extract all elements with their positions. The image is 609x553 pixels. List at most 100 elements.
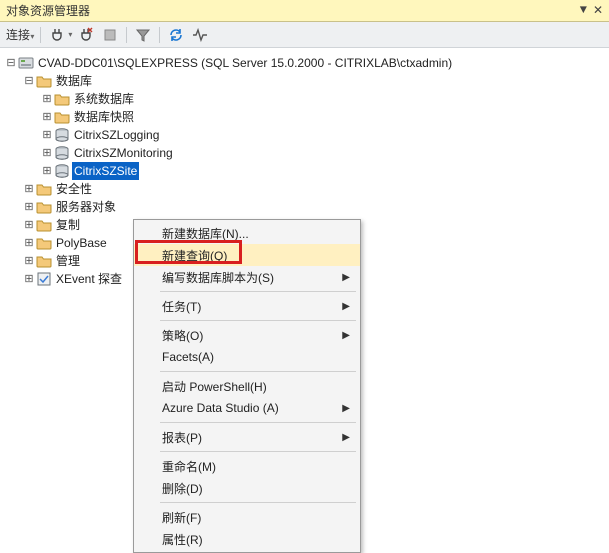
tree-label: 服务器对象 [54,198,118,216]
tree-label: 系统数据库 [72,90,136,108]
menu-item[interactable]: 编写数据库脚本为(S) ▶ [134,266,360,288]
tree-label: PolyBase [54,234,109,252]
tree-item[interactable]: ⊞ CitrixSZLogging [4,126,607,144]
expander-icon[interactable]: ⊞ [22,198,36,216]
folder-icon [36,199,52,215]
menu-item[interactable]: 刷新(F) [134,506,360,528]
filter-icon[interactable] [133,25,153,45]
chevron-down-icon: ▾ [30,32,34,41]
menu-item[interactable]: 任务(T) ▶ [134,295,360,317]
menu-item[interactable]: 新建数据库(N)... [134,222,360,244]
server-icon [18,55,34,71]
menu-item[interactable]: 属性(R) [134,528,360,550]
pin-icon[interactable]: ▼ [580,3,587,18]
menu-item[interactable]: 策略(O) ▶ [134,324,360,346]
menu-item-label: 新建数据库(N)... [162,225,249,242]
menu-separator [160,291,356,292]
tree-item[interactable]: ⊞ 安全性 [4,180,607,198]
folder-icon [36,181,52,197]
tree-item[interactable]: ⊞ 服务器对象 [4,198,607,216]
menu-item-label: 报表(P) [162,429,202,446]
menu-item-label: 任务(T) [162,298,201,315]
tree-label: 安全性 [54,180,94,198]
menu-item-label: 启动 PowerShell(H) [162,378,267,395]
chevron-down-icon: ▾ [68,30,72,39]
tree-item[interactable]: ⊞ CitrixSZMonitoring [4,144,607,162]
xevent-icon [36,271,52,287]
expander-icon[interactable]: ⊞ [40,126,54,144]
expander-icon[interactable]: ⊟ [22,72,36,90]
tree-item[interactable]: ⊞ CitrixSZSite [4,162,607,180]
stop-icon [100,25,120,45]
folder-icon [36,235,52,251]
chevron-right-icon: ▶ [342,432,350,443]
chevron-right-icon: ▶ [342,330,350,341]
expander-icon[interactable]: ⊞ [40,144,54,162]
menu-item-label: 刷新(F) [162,509,201,526]
expander-icon[interactable]: ⊟ [4,54,18,72]
menu-item[interactable]: Azure Data Studio (A) ▶ [134,397,360,419]
menu-separator [160,422,356,423]
menu-separator [160,371,356,372]
menu-separator [160,320,356,321]
connect-button[interactable]: 连接 ▾ [6,26,34,43]
connect-icon[interactable] [47,25,67,45]
database-icon [54,163,70,179]
expander-icon[interactable]: ⊞ [22,216,36,234]
menu-item-label: 删除(D) [162,480,203,497]
database-icon [54,145,70,161]
menu-separator [160,451,356,452]
menu-item[interactable]: 启动 PowerShell(H) [134,375,360,397]
tree-label: 数据库快照 [72,108,136,126]
activity-icon[interactable] [190,25,210,45]
tree-label: 管理 [54,252,82,270]
tree-item[interactable]: ⊞ 数据库快照 [4,108,607,126]
tree-label: CitrixSZSite [72,162,139,180]
chevron-right-icon: ▶ [342,272,350,283]
menu-item-label: 策略(O) [162,327,203,344]
toolbar: 连接 ▾ ▾ [0,22,609,48]
tree-label: CVAD-DDC01\SQLEXPRESS (SQL Server 15.0.2… [36,54,454,72]
expander-icon[interactable]: ⊞ [22,180,36,198]
tree-label: CitrixSZMonitoring [72,144,175,162]
disconnect-icon[interactable] [76,25,96,45]
expander-icon[interactable]: ⊞ [40,90,54,108]
close-icon[interactable]: ✕ [593,3,603,18]
menu-item[interactable]: Facets(A) [134,346,360,368]
menu-separator [160,502,356,503]
folder-icon [36,253,52,269]
expander-icon[interactable]: ⊞ [22,270,36,288]
context-menu: 新建数据库(N)...新建查询(Q)编写数据库脚本为(S)▶任务(T)▶策略(O… [133,219,361,553]
expander-icon[interactable]: ⊞ [40,162,54,180]
menu-item[interactable]: 重命名(M) [134,455,360,477]
menu-item-label: 属性(R) [162,531,203,548]
expander-icon[interactable]: ⊞ [40,108,54,126]
database-icon [54,127,70,143]
folder-icon [54,109,70,125]
menu-item[interactable]: 新建查询(Q) [134,244,360,266]
menu-item-label: 新建查询(Q) [162,247,227,264]
tree-label: CitrixSZLogging [72,126,161,144]
folder-icon [54,91,70,107]
tree-databases-node[interactable]: ⊟ 数据库 [4,72,607,90]
expander-icon[interactable]: ⊞ [22,234,36,252]
panel-title: 对象资源管理器 [6,2,90,19]
refresh-icon[interactable] [166,25,186,45]
menu-item[interactable]: 删除(D) [134,477,360,499]
menu-item-label: Azure Data Studio (A) [162,401,279,415]
panel-titlebar: 对象资源管理器 ▼ ✕ [0,0,609,22]
tree-label: 数据库 [54,72,94,90]
expander-icon[interactable]: ⊞ [22,252,36,270]
folder-icon [36,73,52,89]
menu-item-label: 重命名(M) [162,458,216,475]
menu-item-label: 编写数据库脚本为(S) [162,269,274,286]
tree-label: XEvent 探查 [54,270,124,288]
menu-item[interactable]: 报表(P) ▶ [134,426,360,448]
tree-item[interactable]: ⊞ 系统数据库 [4,90,607,108]
folder-icon [36,217,52,233]
menu-item-label: Facets(A) [162,350,214,364]
chevron-right-icon: ▶ [342,403,350,414]
tree-server-node[interactable]: ⊟ CVAD-DDC01\SQLEXPRESS (SQL Server 15.0… [4,54,607,72]
tree-label: 复制 [54,216,82,234]
chevron-right-icon: ▶ [342,301,350,312]
